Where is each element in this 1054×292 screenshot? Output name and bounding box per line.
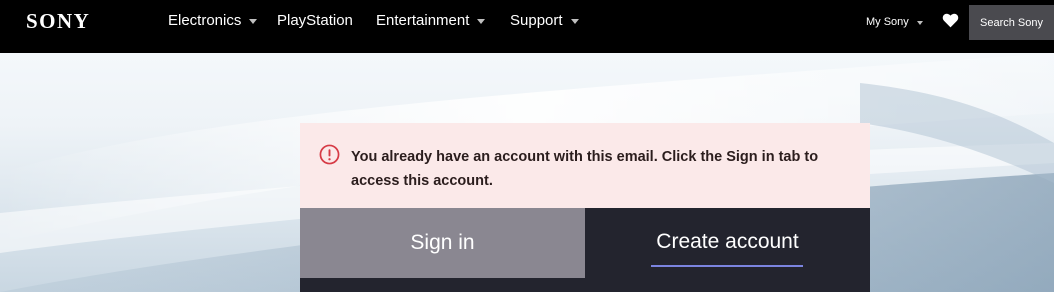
tab-sign-in[interactable]: Sign in (300, 208, 585, 278)
exclamation-circle-icon (319, 144, 340, 165)
auth-card: You already have an account with this em… (300, 123, 870, 292)
nav-support-label: Support (510, 12, 563, 29)
nav-electronics-label: Electronics (168, 12, 242, 29)
nav-entertainment[interactable]: Entertainment (376, 12, 486, 29)
active-tab-indicator (651, 265, 803, 267)
sony-logo[interactable]: SONY (26, 9, 90, 34)
tab-sign-in-label: Sign in (410, 231, 475, 254)
chevron-down-icon (249, 18, 258, 24)
nav-playstation-label: PlayStation (277, 12, 353, 29)
top-navigation: SONY Electronics PlayStation Entertainme… (0, 0, 1054, 53)
my-sony-menu[interactable]: My Sony (866, 16, 923, 28)
search-button[interactable]: Search Sony (969, 5, 1054, 40)
heart-icon[interactable] (942, 13, 959, 28)
nav-entertainment-label: Entertainment (376, 12, 470, 29)
card-body-strip (300, 278, 585, 292)
chevron-down-icon (477, 18, 486, 24)
nav-electronics[interactable]: Electronics (168, 12, 258, 29)
tab-create-account[interactable]: Create account (585, 208, 870, 292)
alert-message: You already have an account with this em… (351, 149, 819, 189)
tab-create-account-label: Create account (656, 230, 799, 253)
nav-support[interactable]: Support (510, 12, 579, 29)
chevron-down-icon (570, 18, 579, 24)
error-alert: You already have an account with this em… (300, 123, 870, 208)
nav-playstation[interactable]: PlayStation (277, 12, 353, 29)
chevron-down-icon (916, 20, 923, 25)
my-sony-label: My Sony (866, 16, 909, 28)
